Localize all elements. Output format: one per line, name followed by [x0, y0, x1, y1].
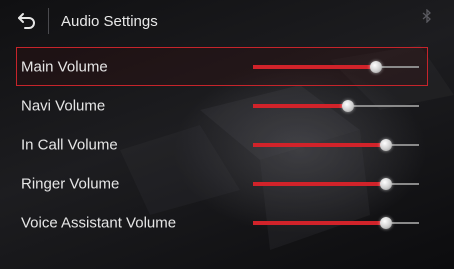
main-volume-slider[interactable]: [253, 60, 419, 73]
slider-knob[interactable]: [379, 138, 392, 151]
audio-settings-screen: Audio Settings Main Volume Navi Volume I…: [0, 0, 454, 269]
slider-fill: [253, 64, 376, 69]
slider-knob[interactable]: [379, 216, 392, 229]
header-bar: Audio Settings: [0, 0, 454, 42]
slider-knob[interactable]: [379, 177, 392, 190]
slider-fill: [253, 181, 386, 186]
volume-row-in-call[interactable]: In Call Volume: [16, 125, 428, 164]
back-button[interactable]: [8, 4, 46, 38]
in-call-volume-slider[interactable]: [253, 138, 419, 151]
navi-volume-slider[interactable]: [253, 99, 419, 112]
volume-label: Voice Assistant Volume: [21, 214, 177, 231]
slider-fill: [253, 103, 348, 108]
volume-label: Main Volume: [21, 58, 108, 75]
volume-label: Ringer Volume: [21, 175, 120, 192]
header-divider: [48, 8, 49, 34]
volume-row-voice-assistant[interactable]: Voice Assistant Volume: [16, 203, 428, 242]
slider-knob[interactable]: [341, 99, 354, 112]
volume-list: Main Volume Navi Volume In Call Volume R…: [16, 47, 428, 242]
volume-row-ringer[interactable]: Ringer Volume: [16, 164, 428, 203]
ringer-volume-slider[interactable]: [253, 177, 419, 190]
volume-row-main[interactable]: Main Volume: [16, 47, 428, 86]
slider-fill: [253, 142, 386, 147]
page-title: Audio Settings: [61, 12, 158, 30]
volume-label: Navi Volume: [21, 97, 106, 114]
volume-row-navi[interactable]: Navi Volume: [16, 86, 428, 125]
slider-fill: [253, 220, 386, 225]
slider-knob[interactable]: [369, 60, 382, 73]
voice-assistant-volume-slider[interactable]: [253, 216, 419, 229]
bluetooth-icon: [422, 9, 431, 23]
back-arrow-icon: [18, 13, 35, 29]
volume-label: In Call Volume: [21, 136, 118, 153]
